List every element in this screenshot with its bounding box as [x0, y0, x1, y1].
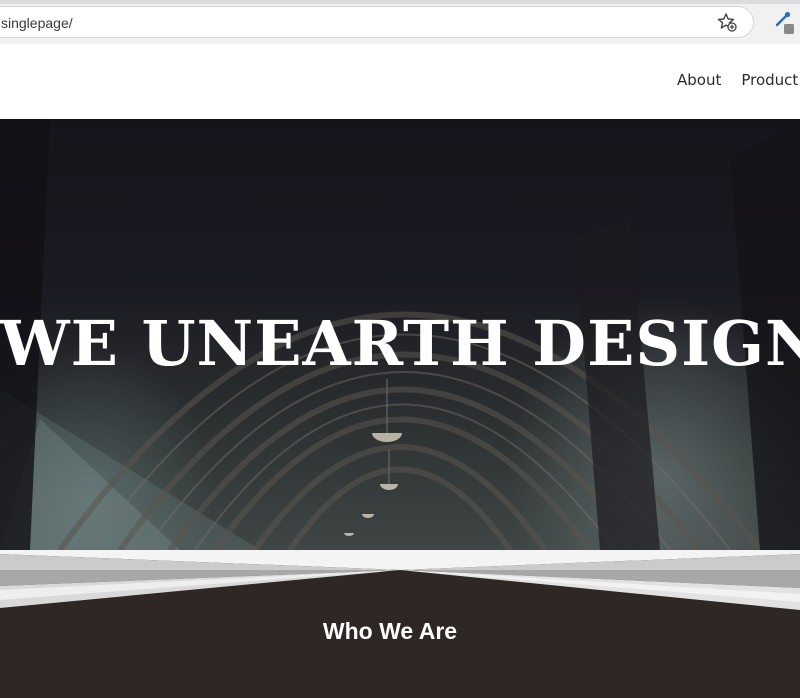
url-text[interactable]: singlepage/	[1, 15, 73, 31]
site-header: About Product	[0, 44, 800, 119]
main-nav: About Product	[677, 71, 798, 89]
hero-title: WE UNEARTH DESIGN	[0, 307, 800, 380]
browser-toolbar: singlepage/	[0, 0, 800, 45]
hero-banner: WE UNEARTH DESIGN	[0, 119, 800, 550]
nav-link-about[interactable]: About	[677, 71, 721, 89]
address-bar[interactable]: singlepage/	[0, 6, 754, 38]
who-we-are-section: Who We Are	[0, 550, 800, 698]
extension-eyedropper-icon[interactable]	[772, 10, 796, 36]
bookmark-star-icon[interactable]	[717, 12, 737, 32]
section-heading: Who We Are	[322, 618, 458, 644]
tab-strip-edge	[0, 0, 800, 4]
nav-link-product[interactable]: Product	[741, 71, 798, 89]
